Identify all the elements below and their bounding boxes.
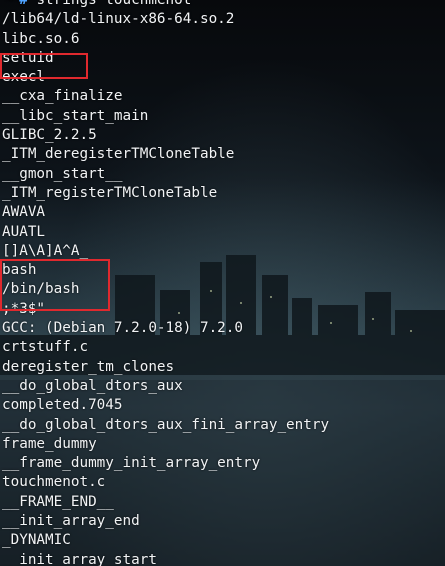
prompt-line: └─# strings touchmenot: [2, 0, 329, 10]
output-line: touchmenot.c: [2, 474, 106, 491]
output-line: /lib64/ld-linux-x86-64.so.2: [2, 11, 235, 28]
output-line: __do_global_dtors_aux_fini_array_entry: [2, 416, 330, 433]
output-line: GLIBC_2.2.5: [2, 127, 97, 144]
output-line: _DYNAMIC: [2, 532, 71, 549]
command-text: strings touchmenot: [36, 0, 192, 8]
output-line: AWAVA: [2, 204, 46, 221]
output-line: GCC: (Debian 7.2.0-18) 7.2.0: [2, 320, 244, 337]
output-line: AUATL: [2, 223, 46, 240]
output-line: __init_array_start: [2, 551, 157, 566]
output-line: _ITM_deregisterTMCloneTable: [2, 146, 235, 163]
output-line: __init_array_end: [2, 513, 140, 530]
output-line: __gmon_start__: [2, 165, 123, 182]
output-line: __do_global_dtors_aux: [2, 377, 183, 394]
output-line: libc.so.6: [2, 30, 80, 47]
highlight-box-bash: [0, 259, 110, 311]
output-line: __libc_start_main: [2, 107, 149, 124]
prompt-corner: └─: [2, 0, 20, 8]
output-line: __frame_dummy_init_array_entry: [2, 455, 261, 472]
output-line: frame_dummy: [2, 435, 97, 452]
terminal-window[interactable]: └─# strings touchmenot /lib64/ld-linux-x…: [0, 0, 445, 566]
prompt-symbol: #: [19, 0, 28, 8]
output-line: deregister_tm_clones: [2, 358, 175, 375]
output-line: __FRAME_END__: [2, 493, 114, 510]
output-line: completed.7045: [2, 397, 123, 414]
output-line: __cxa_finalize: [2, 88, 123, 105]
highlight-box-setuid: [0, 53, 88, 79]
output-line: _ITM_registerTMCloneTable: [2, 184, 218, 201]
output-line: crtstuff.c: [2, 339, 89, 356]
